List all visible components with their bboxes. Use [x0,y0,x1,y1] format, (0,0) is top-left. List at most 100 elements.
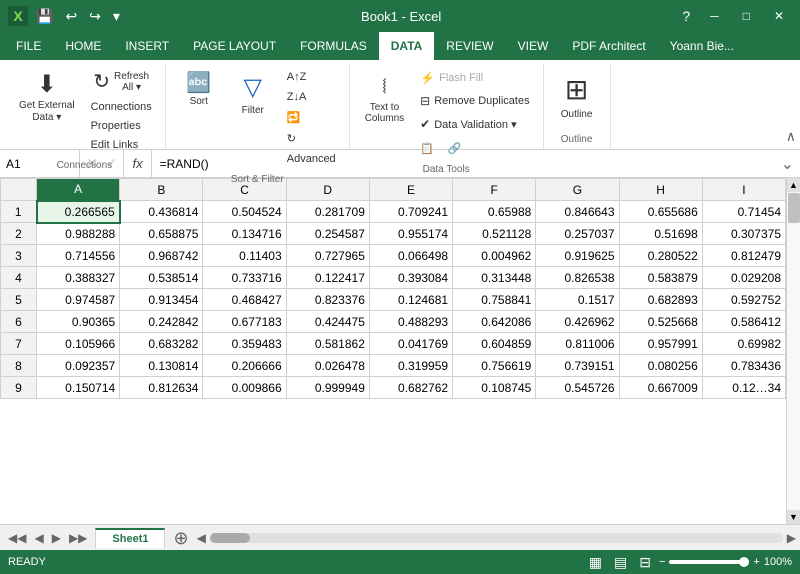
tab-insert[interactable]: INSERT [113,32,181,60]
quick-access-dropdown[interactable]: ▾ [109,6,124,27]
cell-G6[interactable]: 0.426962 [536,311,619,333]
cell-G2[interactable]: 0.257037 [536,223,619,245]
outline-button[interactable]: ⊞ Outline [552,68,602,125]
tab-home[interactable]: HOME [53,32,113,60]
tab-view[interactable]: VIEW [506,32,561,60]
cell-G9[interactable]: 0.545726 [536,377,619,399]
cell-A2[interactable]: 0.988288 [37,223,120,245]
close-button[interactable]: ✕ [766,7,792,25]
cell-F5[interactable]: 0.758841 [453,289,536,311]
connections-button[interactable]: Connections [86,98,157,116]
cell-G3[interactable]: 0.919625 [536,245,619,267]
cell-E7[interactable]: 0.041769 [369,333,452,355]
cell-C7[interactable]: 0.359483 [203,333,286,355]
sheet-nav-last[interactable]: ▶▶ [65,529,91,547]
cell-H7[interactable]: 0.957991 [619,333,702,355]
vertical-scrollbar[interactable]: ▲ ▼ [786,178,800,524]
cell-C4[interactable]: 0.733716 [203,267,286,289]
cell-E5[interactable]: 0.124681 [369,289,452,311]
cell-A3[interactable]: 0.714556 [37,245,120,267]
cell-D6[interactable]: 0.424475 [286,311,369,333]
col-header-a[interactable]: A [37,179,120,201]
clear-filter-button[interactable]: 🔁 [282,108,341,127]
row-header-9[interactable]: 9 [1,377,37,399]
relationships-button[interactable]: 🔗 [443,139,467,158]
sort-descending-button[interactable]: Z↓A [282,88,341,106]
zoom-out-icon[interactable]: − [659,556,665,568]
cell-I6[interactable]: 0.586412 [702,311,785,333]
scroll-down-button[interactable]: ▼ [787,510,800,524]
restore-button[interactable]: □ [735,7,758,25]
cell-B9[interactable]: 0.812634 [120,377,203,399]
col-header-e[interactable]: E [369,179,452,201]
help-button[interactable]: ? [678,6,694,26]
cell-C1[interactable]: 0.504524 [203,201,286,223]
advanced-button[interactable]: Advanced [282,150,341,168]
row-header-4[interactable]: 4 [1,267,37,289]
col-header-i[interactable]: I [702,179,785,201]
cell-I2[interactable]: 0.307375 [702,223,785,245]
get-external-data-button[interactable]: ⬇ Get ExternalData ▾ [12,68,82,129]
filter-button[interactable]: ▽ Filter [228,68,278,121]
cell-B2[interactable]: 0.658875 [120,223,203,245]
cell-A7[interactable]: 0.105966 [37,333,120,355]
cell-G4[interactable]: 0.826538 [536,267,619,289]
cell-H9[interactable]: 0.667009 [619,377,702,399]
cell-G5[interactable]: 0.1517 [536,289,619,311]
col-header-g[interactable]: G [536,179,619,201]
col-header-d[interactable]: D [286,179,369,201]
tab-data[interactable]: DATA [379,32,435,60]
cell-B5[interactable]: 0.913454 [120,289,203,311]
zoom-in-icon[interactable]: + [753,556,759,568]
cell-H2[interactable]: 0.51698 [619,223,702,245]
row-header-7[interactable]: 7 [1,333,37,355]
cell-H5[interactable]: 0.682893 [619,289,702,311]
sheet-nav-first[interactable]: ◀◀ [4,529,30,547]
cell-H3[interactable]: 0.280522 [619,245,702,267]
cell-E3[interactable]: 0.066498 [369,245,452,267]
cell-B3[interactable]: 0.968742 [120,245,203,267]
cell-D8[interactable]: 0.026478 [286,355,369,377]
row-header-3[interactable]: 3 [1,245,37,267]
cell-F1[interactable]: 0.65988 [453,201,536,223]
reapply-button[interactable]: ↻ [282,129,341,148]
row-header-5[interactable]: 5 [1,289,37,311]
flash-fill-button[interactable]: ⚡ Flash Fill [415,68,534,88]
cell-F2[interactable]: 0.521128 [453,223,536,245]
cell-C5[interactable]: 0.468427 [203,289,286,311]
cell-G8[interactable]: 0.739151 [536,355,619,377]
cell-E4[interactable]: 0.393084 [369,267,452,289]
cell-H1[interactable]: 0.655686 [619,201,702,223]
consolidate-button[interactable]: 📋 [415,139,439,158]
cell-F8[interactable]: 0.756619 [453,355,536,377]
scroll-right-arrow[interactable]: ▶ [787,531,796,545]
row-header-2[interactable]: 2 [1,223,37,245]
page-break-view-button[interactable]: ⊟ [635,552,655,573]
cell-D9[interactable]: 0.999949 [286,377,369,399]
cell-E8[interactable]: 0.319959 [369,355,452,377]
minimize-button[interactable]: ─ [702,7,727,25]
remove-duplicates-button[interactable]: ⊟ Remove Duplicates [415,91,534,111]
sheet-tab-sheet1[interactable]: Sheet1 [95,528,165,548]
col-header-f[interactable]: F [453,179,536,201]
cell-F3[interactable]: 0.004962 [453,245,536,267]
tab-file[interactable]: FILE [4,32,53,60]
edit-links-button[interactable]: Edit Links [86,136,157,154]
formula-expand-icon[interactable]: ⌄ [775,154,800,174]
cell-A8[interactable]: 0.092357 [37,355,120,377]
page-layout-view-button[interactable]: ▤ [610,552,631,573]
text-to-columns-button[interactable]: ⧙ Text toColumns [358,68,411,129]
cell-C3[interactable]: 0.11403 [203,245,286,267]
cell-E1[interactable]: 0.709241 [369,201,452,223]
collapse-ribbon-button[interactable]: ∧ [786,128,796,145]
refresh-all-button[interactable]: ↻ RefreshAll ▾ [86,68,157,96]
cell-I5[interactable]: 0.592752 [702,289,785,311]
cell-C2[interactable]: 0.134716 [203,223,286,245]
cell-I3[interactable]: 0.812479 [702,245,785,267]
cell-B1[interactable]: 0.436814 [120,201,203,223]
tab-formulas[interactable]: FORMULAS [288,32,379,60]
cell-I8[interactable]: 0.783436 [702,355,785,377]
row-header-1[interactable]: 1 [1,201,37,223]
cell-H4[interactable]: 0.583879 [619,267,702,289]
cell-E6[interactable]: 0.488293 [369,311,452,333]
